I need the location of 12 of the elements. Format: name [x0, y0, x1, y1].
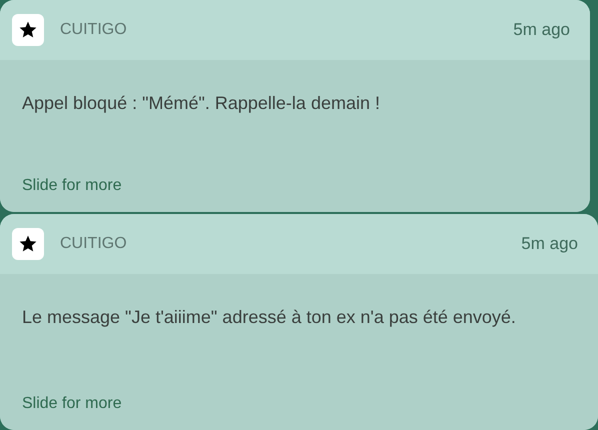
star-icon	[18, 20, 38, 40]
notification-message: Le message "Je t'aiiime" adressé à ton ex n'a pas été envoyé.	[22, 306, 517, 329]
star-icon	[18, 234, 38, 254]
app-name: CUITIGO	[60, 20, 127, 40]
slide-hint: Slide for more	[22, 394, 123, 414]
slide-hint: Slide for more	[22, 176, 123, 196]
timestamp: 5m ago	[513, 19, 570, 42]
app-name: CUITIGO	[60, 234, 127, 254]
timestamp: 5m ago	[521, 233, 578, 256]
notification-card[interactable]: CUITIGO 5m ago Appel bloqué : "Mémé". Rappelle-la demain ! Slide for more	[0, 0, 590, 212]
notification-message: Appel bloqué : "Mémé". Rappelle-la demain !	[22, 92, 381, 115]
notification-card[interactable]: CUITIGO 5m ago Le message "Je t'aiiime" adressé à ton ex n'a pas été envoyé. Slide for more	[0, 214, 598, 430]
